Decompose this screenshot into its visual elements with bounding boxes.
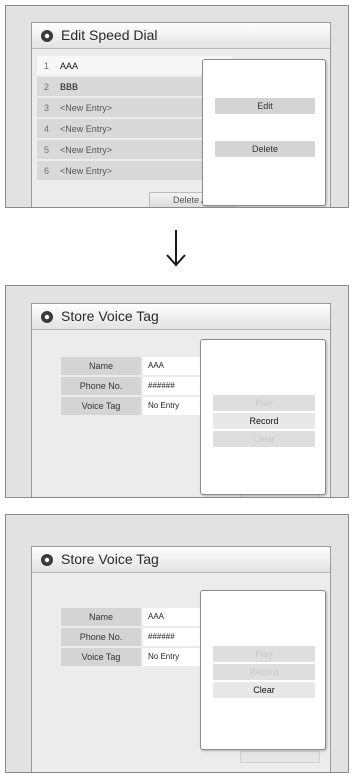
voice-tag-options-popup: Play Record Clear — [200, 339, 326, 495]
entry-name: <New Entry> — [60, 103, 113, 113]
edit-button[interactable]: Edit — [215, 98, 315, 114]
clear-button[interactable]: Clear — [213, 682, 315, 698]
menu-dot-icon — [41, 30, 53, 42]
name-label: Name — [61, 357, 141, 375]
entry-number: 5 — [44, 145, 50, 155]
entry-number: 3 — [44, 103, 50, 113]
store-voice-tag-panel-record: Store Voice Tag Name AAA Phone No. #####… — [5, 285, 349, 498]
entry-number: 2 — [44, 82, 50, 92]
record-button[interactable]: Record — [213, 413, 315, 429]
store-voice-tag-panel-clear: Store Voice Tag Name AAA Phone No. #####… — [5, 514, 349, 773]
ok-button[interactable] — [240, 751, 320, 763]
screen-title: Store Voice Tag — [61, 308, 159, 324]
edit-options-popup: Edit Delete — [202, 59, 326, 206]
menu-dot-icon — [41, 311, 53, 323]
screen-title: Store Voice Tag — [61, 551, 159, 567]
screen-title: Edit Speed Dial — [61, 27, 158, 43]
title-bar: Store Voice Tag — [32, 547, 330, 573]
down-arrow-icon — [166, 230, 186, 267]
voice-tag-options-popup: Play Record Clear — [200, 590, 326, 750]
clear-button[interactable]: Clear — [213, 431, 315, 447]
entry-name: <New Entry> — [60, 145, 113, 155]
edit-speed-dial-panel: Edit Speed Dial 1 AAA 2 BBB 3 <New Entry… — [5, 5, 349, 208]
entry-number: 6 — [44, 166, 50, 176]
entry-number: 4 — [44, 124, 50, 134]
play-button[interactable]: Play — [213, 646, 315, 662]
store-voice-tag-screen: Store Voice Tag Name AAA Phone No. #####… — [31, 303, 331, 497]
play-button[interactable]: Play — [213, 395, 315, 411]
record-button[interactable]: Record — [213, 664, 315, 680]
entry-name: <New Entry> — [60, 124, 113, 134]
store-voice-tag-screen: Store Voice Tag Name AAA Phone No. #####… — [31, 546, 331, 772]
delete-button[interactable]: Delete — [215, 141, 315, 157]
entry-name: AAA — [60, 61, 79, 71]
entry-name: <New Entry> — [60, 166, 113, 176]
entry-name: BBB — [60, 82, 79, 92]
voice-tag-label: Voice Tag — [61, 397, 141, 415]
title-bar: Edit Speed Dial — [32, 23, 330, 49]
title-bar: Store Voice Tag — [32, 304, 330, 330]
phone-label: Phone No. — [61, 628, 141, 646]
phone-label: Phone No. — [61, 377, 141, 395]
edit-speed-dial-screen: Edit Speed Dial 1 AAA 2 BBB 3 <New Entry… — [31, 22, 331, 207]
entry-number: 1 — [44, 61, 50, 71]
menu-dot-icon — [41, 554, 53, 566]
voice-tag-label: Voice Tag — [61, 648, 141, 666]
name-label: Name — [61, 608, 141, 626]
